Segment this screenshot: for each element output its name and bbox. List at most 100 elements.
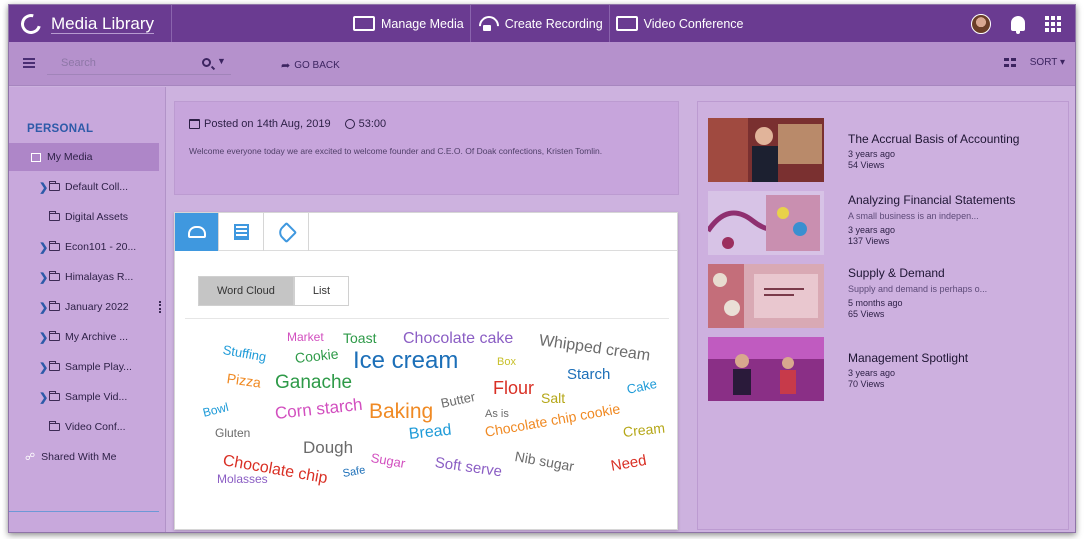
tab-keywords[interactable] [175,213,219,251]
bell-icon[interactable] [1011,16,1025,34]
sidebar-heading: PERSONAL [27,123,94,135]
folder-icon [49,421,60,431]
sidebar-item-sample-video[interactable]: ❯ Sample Vid... [9,383,159,411]
word-cloud-term[interactable]: Cream [622,420,665,440]
sidebar-item-label: Shared With Me [41,451,117,463]
more-options-icon[interactable] [159,301,162,313]
related-video-item[interactable]: Management Spotlight 3 years ago 70 View… [698,337,1070,409]
video-conference-label: Video Conference [643,16,744,31]
video-age: 3 years ago [848,368,896,378]
related-video-item[interactable]: Analyzing Financial Statements A small b… [698,191,1070,263]
chevron-right-icon[interactable]: ❯ [39,271,49,284]
word-cloud-term[interactable]: Nib sugar [514,448,576,474]
sidebar-item-my-archive[interactable]: ❯ My Archive ... [9,323,159,351]
related-videos: The Accrual Basis of Accounting 3 years … [697,101,1069,530]
chevron-right-icon[interactable]: ❯ [39,181,49,194]
grid-view-icon[interactable] [1003,58,1016,67]
word-cloud-term[interactable]: Safe [342,464,366,480]
word-cloud-term[interactable]: Need [610,452,648,475]
video-title[interactable]: Supply & Demand [848,266,945,280]
sort-button[interactable]: SORT ▾ [1030,57,1065,68]
word-cloud-term[interactable]: Stuffing [222,342,268,364]
word-cloud-term[interactable]: Starch [567,367,610,382]
word-cloud: Market Toast Chocolate cake Whipped cream St… [175,323,679,523]
word-cloud-term[interactable]: Baking [369,401,433,422]
related-video-item[interactable]: Supply & Demand Supply and demand is per… [698,264,1070,336]
insights-panel: Word Cloud List Market Toast Chocolate cak… [174,212,678,530]
chevron-right-icon[interactable]: ❯ [39,391,49,404]
list-toggle[interactable]: List [293,276,350,306]
word-cloud-term[interactable]: Ganache [275,373,352,392]
word-cloud-term[interactable]: Ice cream [353,349,458,373]
video-title[interactable]: The Accrual Basis of Accounting [848,132,1019,146]
word-cloud-term[interactable]: Bread [408,422,452,443]
word-cloud-term[interactable]: Whipped cream [538,332,651,364]
word-cloud-term[interactable]: Market [287,331,324,343]
word-cloud-term[interactable]: Molasses [217,473,268,485]
chevron-right-icon[interactable]: ❯ [39,361,49,374]
word-cloud-term[interactable]: Salt [541,391,565,405]
toolbar: ▼ ➦ GO BACK SORT ▾ [9,42,1075,86]
video-thumbnail[interactable] [708,118,824,182]
video-conference-button[interactable]: Video Conference [610,5,750,42]
word-cloud-term[interactable]: Butter [439,389,476,411]
word-cloud-term[interactable]: Flour [493,379,534,397]
search-icon[interactable] [202,58,211,67]
video-thumbnail[interactable] [708,264,824,328]
sidebar-item-label: My Media [47,151,93,163]
word-cloud-term[interactable]: Chocolate cake [403,331,513,347]
app-logo[interactable]: Media Library [9,5,172,42]
app-title: Media Library [51,13,154,33]
sidebar-item-shared-with-me[interactable]: ☍ Shared With Me [9,443,159,471]
search-input[interactable] [47,53,187,73]
chevron-right-icon[interactable]: ❯ [39,331,49,344]
chevron-right-icon[interactable]: ❯ [39,241,49,254]
video-thumbnail[interactable] [708,191,824,255]
sidebar-item-himalayas[interactable]: ❯ Himalayas R... [9,263,159,291]
media-meta: Posted on 14th Aug, 2019 53:00 [189,118,386,130]
word-cloud-term[interactable]: Cake [625,376,658,397]
folder-icon [49,391,60,401]
tab-tags[interactable] [265,213,309,251]
folder-icon [49,271,60,281]
related-video-item[interactable]: The Accrual Basis of Accounting 3 years … [698,118,1070,190]
apps-grid-icon[interactable] [1045,15,1061,32]
word-cloud-term[interactable]: Bowl [201,400,230,420]
sidebar-item-my-media[interactable]: My Media [9,143,159,171]
sidebar-item-video-conference[interactable]: Video Conf... [9,413,159,441]
word-cloud-term[interactable]: Gluten [215,427,250,439]
video-age: 5 months ago [848,298,903,308]
tag-icon [275,221,298,243]
word-cloud-term[interactable]: Sugar [370,450,407,471]
tab-transcript[interactable] [220,213,264,251]
video-age: 3 years ago [848,225,896,235]
video-title[interactable]: Analyzing Financial Statements [848,193,1015,207]
word-cloud-term[interactable]: As is [485,409,509,420]
word-cloud-term[interactable]: Corn starch [274,395,363,423]
folder-icon [49,331,60,341]
go-back-button[interactable]: ➦ GO BACK [281,59,340,72]
sidebar-item-january-2022[interactable]: ❯ January 2022 [9,293,159,321]
chevron-right-icon[interactable]: ❯ [39,301,49,314]
video-thumbnail[interactable] [708,337,824,401]
sidebar-item-sample-playlist[interactable]: ❯ Sample Play... [9,353,159,381]
manage-media-button[interactable]: Manage Media [347,5,471,42]
word-cloud-toggle[interactable]: Word Cloud [198,276,294,306]
avatar[interactable] [971,13,991,34]
word-cloud-term[interactable]: Toast [343,331,376,345]
sidebar-item-default-collection[interactable]: ❯ Default Coll... [9,173,159,201]
word-cloud-term[interactable]: Box [497,357,516,368]
word-cloud-term[interactable]: Dough [303,439,353,456]
video-title[interactable]: Management Spotlight [848,351,968,365]
word-cloud-term[interactable]: Cookie [294,345,339,365]
create-recording-button[interactable]: Create Recording [471,5,610,42]
sidebar-item-econ101[interactable]: ❯ Econ101 - 20... [9,233,159,261]
chevron-down-icon[interactable]: ▼ [217,56,226,66]
word-cloud-term[interactable]: Soft serve [434,454,503,480]
menu-icon[interactable] [23,58,35,68]
word-cloud-term[interactable]: Pizza [226,370,262,391]
word-cloud-term[interactable]: Chocolate chip cookie [484,400,622,440]
sidebar-item-digital-assets[interactable]: Digital Assets [9,203,159,231]
conference-icon [615,16,638,31]
logo-icon [17,9,45,38]
